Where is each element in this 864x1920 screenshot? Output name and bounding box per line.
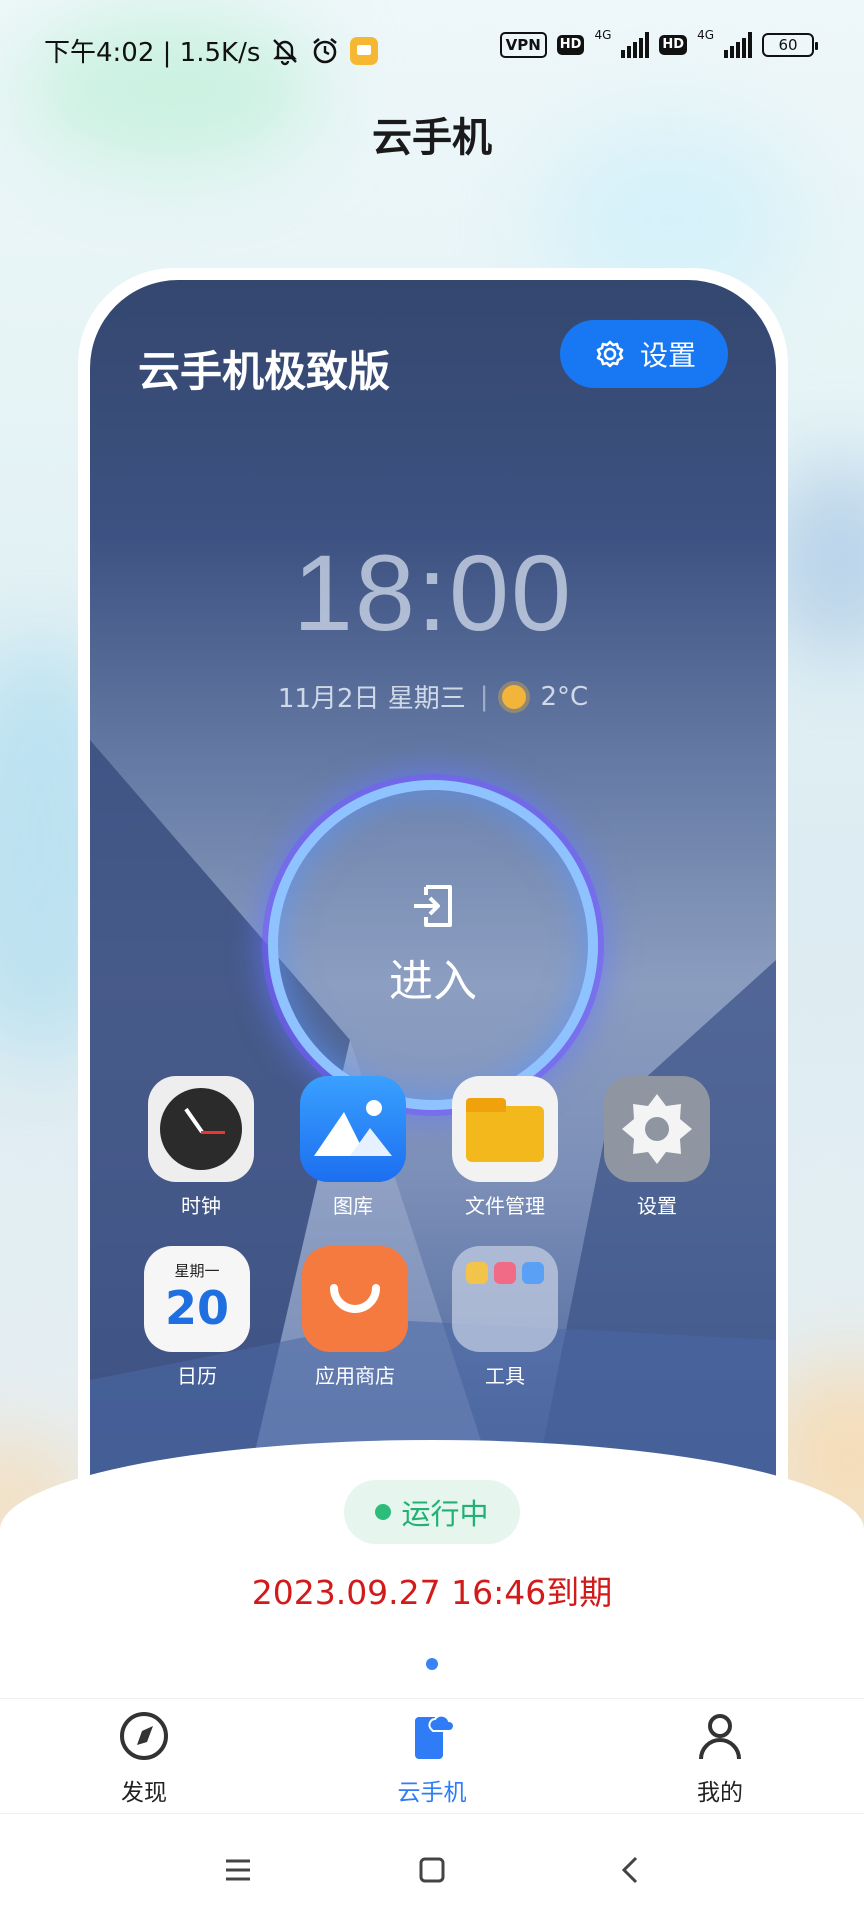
enter-icon: [414, 885, 452, 927]
temperature: 2°C: [540, 681, 589, 712]
app-label-tools: 工具: [485, 1364, 525, 1388]
app-label-settings: 设置: [637, 1194, 677, 1218]
tools-folder-icon: [452, 1246, 558, 1352]
app-tools-folder[interactable]: 工具: [450, 1246, 560, 1389]
network-type-2: 4G: [697, 28, 714, 42]
app-gallery[interactable]: 图库: [298, 1076, 408, 1219]
settings-button-label: 设置: [639, 339, 696, 372]
settings-button[interactable]: 设置: [560, 320, 728, 388]
enter-button[interactable]: 进入: [268, 780, 598, 1110]
hd-badge: HD: [556, 35, 585, 55]
signal-icon: [621, 32, 650, 58]
date-weather: 11月2日 星期三 | 2°C: [90, 678, 776, 715]
running-status-text: 运行中: [401, 1497, 489, 1531]
menu-button[interactable]: [208, 1850, 268, 1890]
calendar-day: 20: [164, 1281, 229, 1335]
app-calendar[interactable]: 星期一 20 日历: [142, 1246, 252, 1389]
page-title: 云手机: [372, 115, 492, 161]
back-chevron-icon: [621, 1856, 638, 1884]
nav-label-mine: 我的: [697, 1780, 743, 1806]
nav-cloud-phone[interactable]: 云手机: [362, 1709, 502, 1807]
running-status-badge: 运行中: [344, 1480, 520, 1544]
system-nav-bar: [0, 1820, 864, 1920]
nav-label-discover: 发现: [121, 1780, 167, 1806]
network-type: 4G: [594, 28, 612, 42]
signal-icon-2: [724, 32, 752, 58]
hd-badge-2: HD: [659, 35, 688, 55]
notification-app-icon: [350, 36, 379, 65]
date-text: 11月2日 星期三: [277, 684, 466, 714]
app-store-icon: [302, 1246, 408, 1352]
bottom-nav: 发现 云手机 我的: [0, 1698, 864, 1814]
app-label-store: 应用商店: [315, 1364, 395, 1388]
phone-name: 云手机极致版: [138, 347, 391, 396]
cloud-phone-icon: [415, 1714, 455, 1759]
nav-label-cloud-phone: 云手机: [397, 1780, 467, 1806]
home-button[interactable]: [402, 1850, 462, 1890]
settings-app-icon: [604, 1076, 710, 1182]
cloud-phone-preview: 云手机极致版 设置 18:00 11月2日 星期三 | 2°C 进入 时钟 图库…: [90, 280, 776, 1560]
page-indicator: [426, 1658, 438, 1670]
calendar-weekday: 星期一: [174, 1262, 220, 1280]
clock-app-icon: [148, 1076, 254, 1182]
sun-icon: [502, 684, 527, 709]
battery-icon: 60: [762, 33, 818, 57]
home-square-icon: [419, 1857, 445, 1883]
back-button[interactable]: [600, 1850, 660, 1890]
nav-discover[interactable]: 发现: [74, 1709, 214, 1807]
clock-time: 18:00: [292, 532, 574, 653]
folder-app-icon: [452, 1076, 558, 1182]
status-time-speed: 下午4:02 | 1.5K/s: [44, 38, 261, 68]
nav-mine[interactable]: 我的: [650, 1709, 790, 1807]
app-file-manager[interactable]: 文件管理: [450, 1076, 560, 1219]
app-label-clock: 时钟: [181, 1194, 221, 1218]
compass-icon: [120, 1712, 168, 1760]
alarm-icon: [313, 37, 338, 63]
gallery-app-icon: [300, 1076, 406, 1182]
gear-icon: [596, 340, 624, 368]
calendar-app-icon: 星期一 20: [144, 1246, 250, 1352]
person-icon: [699, 1714, 741, 1760]
status-bar: 下午4:02 | 1.5K/s VPN HD 4G HD 4G 60: [0, 0, 864, 100]
enter-label: 进入: [389, 956, 477, 1007]
app-settings[interactable]: 设置: [602, 1076, 712, 1219]
app-label-calendar: 日历: [177, 1364, 217, 1388]
menu-icon: [226, 1859, 250, 1881]
app-clock[interactable]: 时钟: [146, 1076, 256, 1219]
vpn-badge: VPN: [499, 32, 547, 58]
mute-bell-icon: [273, 38, 298, 65]
app-store[interactable]: 应用商店: [300, 1246, 410, 1389]
app-label-gallery: 图库: [333, 1194, 373, 1218]
app-label-file-manager: 文件管理: [465, 1194, 545, 1218]
status-dot: [375, 1504, 392, 1520]
expire-date: 2023.09.27 16:46到期: [251, 1573, 613, 1612]
